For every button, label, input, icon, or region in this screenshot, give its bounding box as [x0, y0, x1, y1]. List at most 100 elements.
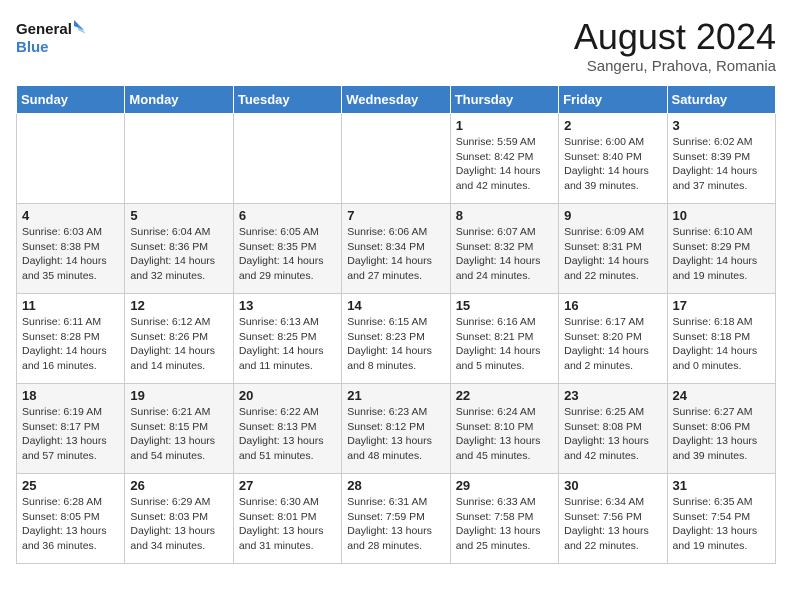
day-number: 29	[456, 478, 553, 493]
day-number: 7	[347, 208, 444, 223]
day-info: Sunrise: 6:31 AM Sunset: 7:59 PM Dayligh…	[347, 495, 444, 554]
day-info: Sunrise: 6:13 AM Sunset: 8:25 PM Dayligh…	[239, 315, 336, 374]
calendar-cell: 4Sunrise: 6:03 AM Sunset: 8:38 PM Daylig…	[17, 204, 125, 294]
weekday-header: Sunday	[17, 86, 125, 114]
day-info: Sunrise: 5:59 AM Sunset: 8:42 PM Dayligh…	[456, 135, 553, 194]
logo: General Blue	[16, 16, 86, 60]
day-number: 9	[564, 208, 661, 223]
calendar-cell: 27 Sunrise: 6:30 AM Sunset: 8:01 PM Dayli…	[233, 474, 341, 564]
calendar-cell: 24Sunrise: 6:27 AM Sunset: 8:06 PM Dayli…	[667, 384, 775, 474]
svg-text:Blue: Blue	[16, 39, 49, 56]
day-info: Sunrise: 6:17 AM Sunset: 8:20 PM Dayligh…	[564, 315, 661, 374]
page-header: General Blue August 2024 Sangeru, Prahov…	[16, 16, 776, 75]
day-info: Sunrise: 6:11 AM Sunset: 8:28 PM Dayligh…	[22, 315, 119, 374]
calendar-week-row: 11 Sunrise: 6:11 AM Sunset: 8:28 PM Dayli…	[17, 294, 776, 384]
day-info: Sunrise: 6:19 AM Sunset: 8:17 PM Dayligh…	[22, 405, 119, 464]
calendar-cell: 16 Sunrise: 6:17 AM Sunset: 8:20 PM Dayli…	[559, 294, 667, 384]
calendar-cell: 2 Sunrise: 6:00 AM Sunset: 8:40 PM Daylig…	[559, 114, 667, 204]
day-number: 10	[673, 208, 770, 223]
day-number: 14	[347, 298, 444, 313]
day-info: Sunrise: 6:04 AM Sunset: 8:36 PM Dayligh…	[130, 225, 227, 284]
day-info: Sunrise: 6:10 AM Sunset: 8:29 PM Dayligh…	[673, 225, 770, 284]
day-info: Sunrise: 6:29 AM Sunset: 8:03 PM Dayligh…	[130, 495, 227, 554]
calendar-cell: 25 Sunrise: 6:28 AM Sunset: 8:05 PM Dayli…	[17, 474, 125, 564]
day-number: 3	[673, 118, 770, 133]
day-info: Sunrise: 6:25 AM Sunset: 8:08 PM Dayligh…	[564, 405, 661, 464]
calendar-cell	[342, 114, 450, 204]
weekday-header: Monday	[125, 86, 233, 114]
day-number: 21	[347, 388, 444, 403]
calendar-cell: 28Sunrise: 6:31 AM Sunset: 7:59 PM Dayli…	[342, 474, 450, 564]
day-number: 11	[22, 298, 119, 313]
svg-text:General: General	[16, 21, 72, 38]
day-number: 17	[673, 298, 770, 313]
day-number: 12	[130, 298, 227, 313]
day-info: Sunrise: 6:00 AM Sunset: 8:40 PM Dayligh…	[564, 135, 661, 194]
day-number: 1	[456, 118, 553, 133]
calendar-cell: 7 Sunrise: 6:06 AM Sunset: 8:34 PM Daylig…	[342, 204, 450, 294]
calendar-cell: 1 Sunrise: 5:59 AM Sunset: 8:42 PM Daylig…	[450, 114, 558, 204]
calendar-cell: 8 Sunrise: 6:07 AM Sunset: 8:32 PM Daylig…	[450, 204, 558, 294]
day-info: Sunrise: 6:06 AM Sunset: 8:34 PM Dayligh…	[347, 225, 444, 284]
calendar-cell: 6 Sunrise: 6:05 AM Sunset: 8:35 PM Daylig…	[233, 204, 341, 294]
day-info: Sunrise: 6:33 AM Sunset: 7:58 PM Dayligh…	[456, 495, 553, 554]
calendar-cell	[233, 114, 341, 204]
calendar-cell: 5 Sunrise: 6:04 AM Sunset: 8:36 PM Daylig…	[125, 204, 233, 294]
day-info: Sunrise: 6:21 AM Sunset: 8:15 PM Dayligh…	[130, 405, 227, 464]
calendar-cell: 10 Sunrise: 6:10 AM Sunset: 8:29 PM Dayli…	[667, 204, 775, 294]
day-number: 15	[456, 298, 553, 313]
day-info: Sunrise: 6:22 AM Sunset: 8:13 PM Dayligh…	[239, 405, 336, 464]
calendar-week-row: 4Sunrise: 6:03 AM Sunset: 8:38 PM Daylig…	[17, 204, 776, 294]
day-info: Sunrise: 6:02 AM Sunset: 8:39 PM Dayligh…	[673, 135, 770, 194]
day-number: 20	[239, 388, 336, 403]
day-info: Sunrise: 6:24 AM Sunset: 8:10 PM Dayligh…	[456, 405, 553, 464]
day-info: Sunrise: 6:15 AM Sunset: 8:23 PM Dayligh…	[347, 315, 444, 374]
day-number: 16	[564, 298, 661, 313]
day-info: Sunrise: 6:03 AM Sunset: 8:38 PM Dayligh…	[22, 225, 119, 284]
weekday-header: Friday	[559, 86, 667, 114]
day-info: Sunrise: 6:07 AM Sunset: 8:32 PM Dayligh…	[456, 225, 553, 284]
calendar-cell: 9 Sunrise: 6:09 AM Sunset: 8:31 PM Daylig…	[559, 204, 667, 294]
calendar-cell: 30Sunrise: 6:34 AM Sunset: 7:56 PM Dayli…	[559, 474, 667, 564]
day-info: Sunrise: 6:12 AM Sunset: 8:26 PM Dayligh…	[130, 315, 227, 374]
logo-svg: General Blue	[16, 16, 86, 60]
day-number: 18	[22, 388, 119, 403]
calendar-cell: 26 Sunrise: 6:29 AM Sunset: 8:03 PM Dayli…	[125, 474, 233, 564]
day-number: 8	[456, 208, 553, 223]
calendar-cell: 19 Sunrise: 6:21 AM Sunset: 8:15 PM Dayli…	[125, 384, 233, 474]
day-info: Sunrise: 6:18 AM Sunset: 8:18 PM Dayligh…	[673, 315, 770, 374]
day-info: Sunrise: 6:35 AM Sunset: 7:54 PM Dayligh…	[673, 495, 770, 554]
day-number: 26	[130, 478, 227, 493]
day-number: 23	[564, 388, 661, 403]
weekday-header-row: SundayMondayTuesdayWednesdayThursdayFrid…	[17, 86, 776, 114]
calendar-week-row: 18 Sunrise: 6:19 AM Sunset: 8:17 PM Dayli…	[17, 384, 776, 474]
day-info: Sunrise: 6:34 AM Sunset: 7:56 PM Dayligh…	[564, 495, 661, 554]
weekday-header: Tuesday	[233, 86, 341, 114]
calendar-cell: 18 Sunrise: 6:19 AM Sunset: 8:17 PM Dayli…	[17, 384, 125, 474]
day-info: Sunrise: 6:30 AM Sunset: 8:01 PM Dayligh…	[239, 495, 336, 554]
calendar-cell	[125, 114, 233, 204]
calendar-cell: 20 Sunrise: 6:22 AM Sunset: 8:13 PM Dayli…	[233, 384, 341, 474]
day-number: 2	[564, 118, 661, 133]
calendar-week-row: 25 Sunrise: 6:28 AM Sunset: 8:05 PM Dayli…	[17, 474, 776, 564]
day-number: 24	[673, 388, 770, 403]
weekday-header: Saturday	[667, 86, 775, 114]
day-number: 31	[673, 478, 770, 493]
day-info: Sunrise: 6:05 AM Sunset: 8:35 PM Dayligh…	[239, 225, 336, 284]
day-info: Sunrise: 6:09 AM Sunset: 8:31 PM Dayligh…	[564, 225, 661, 284]
calendar-cell: 23 Sunrise: 6:25 AM Sunset: 8:08 PM Dayli…	[559, 384, 667, 474]
day-info: Sunrise: 6:28 AM Sunset: 8:05 PM Dayligh…	[22, 495, 119, 554]
calendar-cell: 21Sunrise: 6:23 AM Sunset: 8:12 PM Dayli…	[342, 384, 450, 474]
day-number: 27	[239, 478, 336, 493]
weekday-header: Wednesday	[342, 86, 450, 114]
calendar-cell: 3 Sunrise: 6:02 AM Sunset: 8:39 PM Daylig…	[667, 114, 775, 204]
day-number: 19	[130, 388, 227, 403]
day-number: 5	[130, 208, 227, 223]
calendar-table: SundayMondayTuesdayWednesdayThursdayFrid…	[16, 85, 776, 564]
day-number: 6	[239, 208, 336, 223]
calendar-cell: 13Sunrise: 6:13 AM Sunset: 8:25 PM Dayli…	[233, 294, 341, 384]
day-number: 25	[22, 478, 119, 493]
location-subtitle: Sangeru, Prahova, Romania	[574, 58, 776, 75]
calendar-cell: 17 Sunrise: 6:18 AM Sunset: 8:18 PM Dayli…	[667, 294, 775, 384]
calendar-week-row: 1 Sunrise: 5:59 AM Sunset: 8:42 PM Daylig…	[17, 114, 776, 204]
